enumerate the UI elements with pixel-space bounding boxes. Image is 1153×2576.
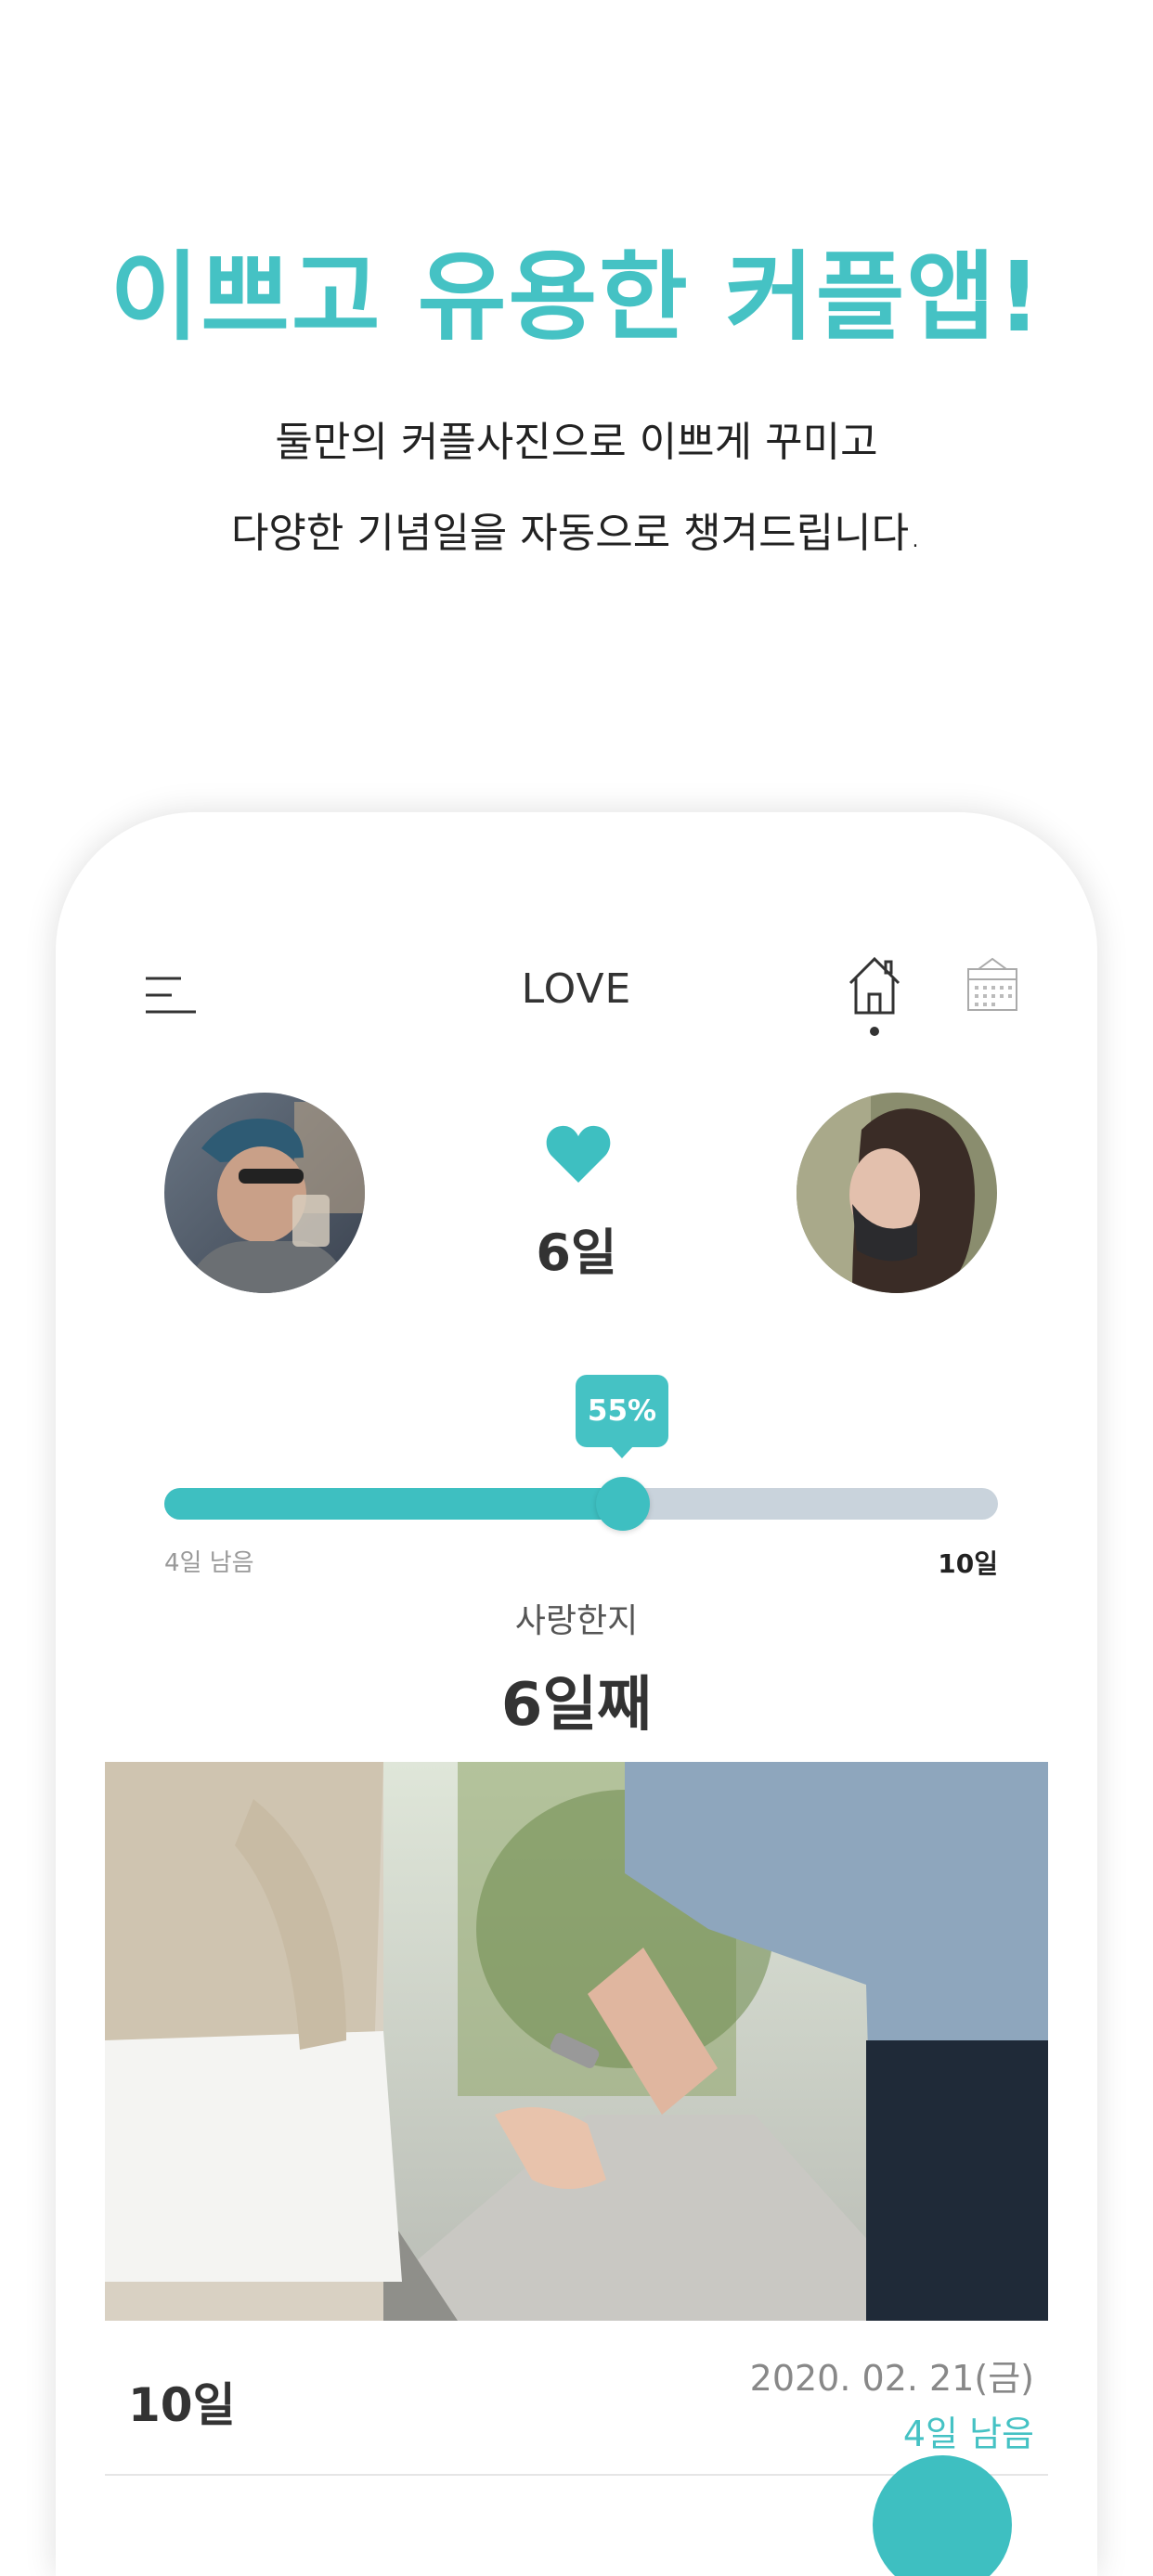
- active-indicator-dot: [870, 1027, 879, 1036]
- progress-fill: [164, 1488, 623, 1520]
- progress-track[interactable]: [164, 1488, 998, 1520]
- anniversary-remaining: 4일 남음: [902, 2414, 1034, 2454]
- phone-frame: LOVE 6일 55% 4일 남음 10일 사랑한지 6일째 10일 2020.…: [56, 812, 1097, 2576]
- anniversary-day: 10일: [128, 2378, 236, 2432]
- counter-label: 사랑한지: [514, 1602, 639, 1640]
- heart-icon: [545, 1123, 612, 1184]
- counter-value: 6일째: [500, 1671, 653, 1740]
- target-days-label: 10일: [938, 1548, 998, 1579]
- promo-subline-2: 다양한 기념일을 자동으로 챙겨드립니다.: [230, 510, 923, 557]
- app-title: LOVE: [521, 965, 632, 1013]
- promo-subline-1: 둘만의 커플사진으로 이쁘게 꾸미고: [275, 419, 878, 466]
- avatar-partner-2[interactable]: [797, 1093, 997, 1293]
- home-icon[interactable]: [845, 953, 904, 1018]
- progress-knob[interactable]: [596, 1477, 650, 1531]
- days-remaining-label: 4일 남음: [164, 1549, 254, 1577]
- badge-pointer: [610, 1445, 634, 1458]
- calendar-icon[interactable]: [965, 956, 1019, 1014]
- progress-percent-badge: 55%: [576, 1375, 668, 1447]
- couple-photo: [105, 1762, 1048, 2321]
- anniversary-date: 2020. 02. 21(금): [749, 2358, 1034, 2399]
- promo-headline: 이쁘고 유용한 커플앱!: [110, 240, 1043, 354]
